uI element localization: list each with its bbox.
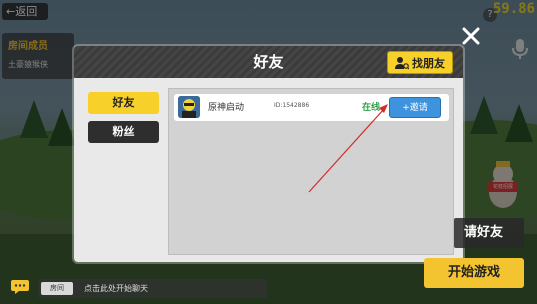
list-item: 原神启动 ID:1542886 在线 +邀请 [174, 94, 449, 121]
friend-name: 原神启动 [208, 103, 245, 113]
start-game-button[interactable]: 开始游戏 [424, 258, 524, 288]
chat-bubble-icon[interactable] [10, 279, 30, 295]
find-friends-label: 找朋友 [412, 56, 445, 70]
friends-dialog: 好友 找朋友 好友 粉丝 原神启动 ID:1542886 在线 +邀请 [74, 46, 463, 262]
invite-friend-button[interactable]: 请好友 [454, 218, 524, 248]
close-icon[interactable] [462, 27, 480, 45]
chat-placeholder: 点击此处开始聊天 [84, 284, 148, 293]
friend-id: ID:1542886 [274, 102, 310, 109]
chat-channel-tag[interactable]: 房间 [41, 282, 73, 295]
invite-button[interactable]: +邀请 [389, 97, 441, 118]
chat-input-bar[interactable]: 房间 点击此处开始聊天 [38, 279, 267, 298]
friends-list: 原神启动 ID:1542886 在线 +邀请 [168, 88, 454, 255]
find-friends-button[interactable]: 找朋友 [387, 51, 453, 74]
user-search-icon [395, 56, 409, 69]
tab-fans[interactable]: 粉丝 [88, 121, 159, 143]
friend-status: 在线 [362, 103, 381, 113]
avatar [178, 96, 200, 118]
tab-friends[interactable]: 好友 [88, 92, 159, 114]
